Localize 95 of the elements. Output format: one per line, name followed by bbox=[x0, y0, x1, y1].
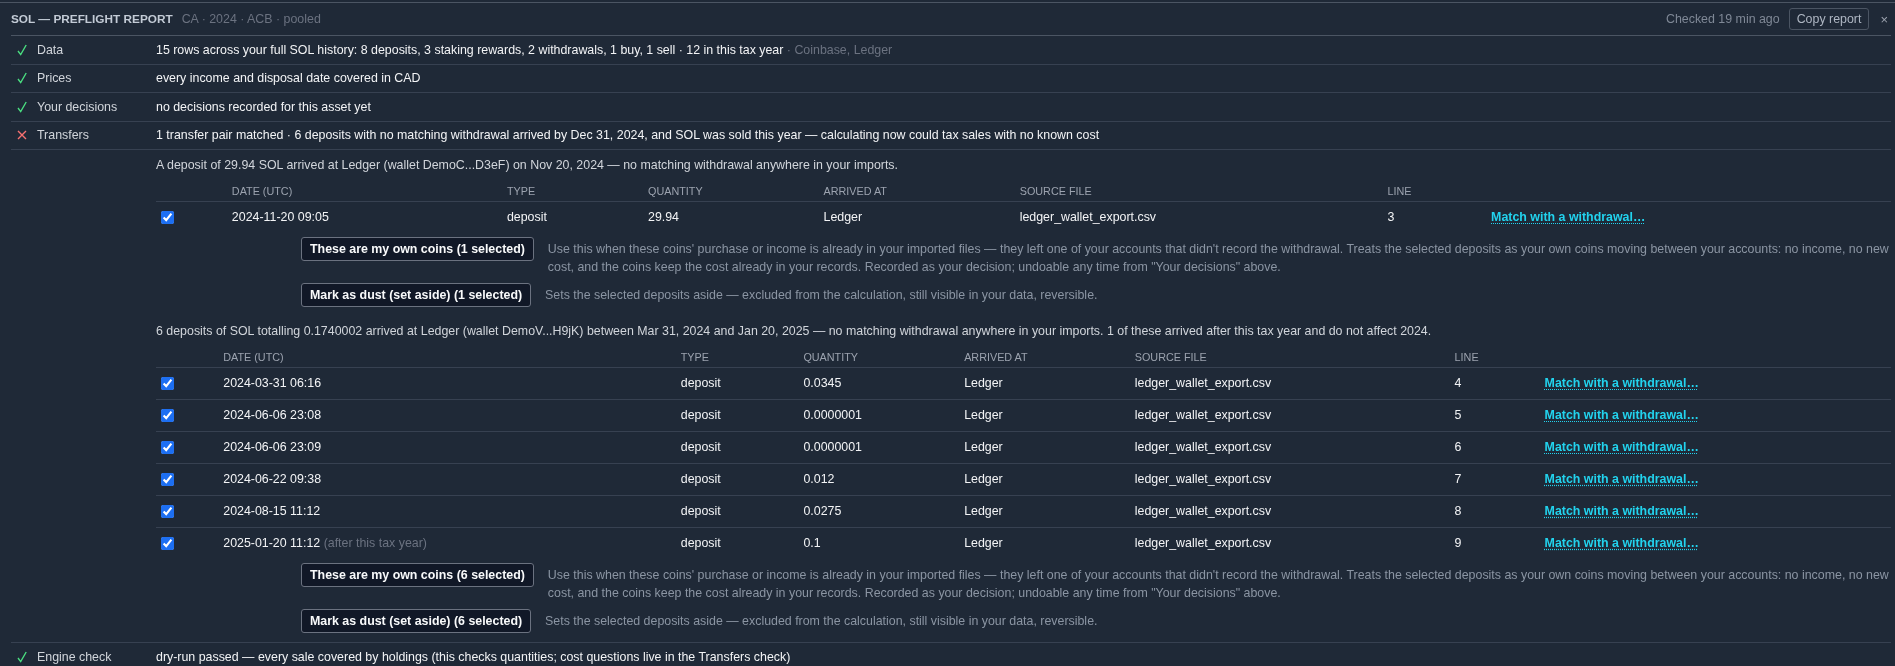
match-withdrawal-link[interactable]: Match with a withdrawal… bbox=[1544, 536, 1699, 550]
match-withdrawal-link[interactable]: Match with a withdrawal… bbox=[1544, 440, 1699, 454]
source-note: · Coinbase, Ledger bbox=[786, 42, 893, 57]
table-cell: deposit bbox=[670, 367, 794, 400]
action-description: Use this when these coins' purchase or income is already in your imported files — they left one of your accounts that didn't record the withdrawal. Treats the selected deposits as your own coins moving between your accounts: no income, no new cost, and the coins keep the cost already in your records. Recorded as your decision; undoable any time from "Your decisions" above. bbox=[547, 241, 1890, 276]
table-cell: deposit bbox=[670, 463, 794, 496]
table-cell: 0.0275 bbox=[793, 495, 955, 528]
table-cell: Ledger bbox=[954, 527, 1125, 559]
date-note: (after this tax year) bbox=[323, 536, 427, 550]
match-withdrawal-link[interactable]: Match with a withdrawal… bbox=[1544, 472, 1699, 486]
table-cell: ledger_wallet_export.csv bbox=[1124, 527, 1445, 559]
column-header: SOURCE FILE bbox=[1009, 177, 1378, 202]
table-cell: ledger_wallet_export.csv bbox=[1124, 431, 1445, 464]
column-header: ARRIVED AT bbox=[813, 177, 1010, 202]
copy-report-button[interactable]: Copy report bbox=[1788, 8, 1870, 30]
table-cell: deposit bbox=[670, 431, 794, 464]
column-header: LINE bbox=[1377, 177, 1482, 202]
check-summary: 15 rows across your full SOL history: 8 deposits, 3 staking rewards, 2 withdrawals, 1 buy, 1 sell · 12 in this tax year bbox=[156, 42, 784, 57]
column-header: QUANTITY bbox=[638, 177, 814, 202]
table-cell: 7 bbox=[1444, 463, 1535, 496]
report-title: SOL — PREFLIGHT REPORT bbox=[11, 12, 173, 26]
match-withdrawal-link[interactable]: Match with a withdrawal… bbox=[1544, 504, 1699, 518]
check-summary: no decisions recorded for this asset yet bbox=[156, 99, 371, 114]
check-label: Data bbox=[37, 42, 65, 57]
table-cell: ledger_wallet_export.csv bbox=[1009, 201, 1378, 233]
table-cell: deposit bbox=[670, 527, 794, 559]
table-cell: ledger_wallet_export.csv bbox=[1124, 495, 1445, 528]
table-cell: 0.0345 bbox=[793, 367, 955, 400]
group-summary: 6 deposits of SOL totalling 0.1740002 arrived at Ledger (wallet DemoV...H9jK) between Mar 31, 2024 and Jan 20, 2025 — no matching withdrawal anywhere in your imports. 1 of these arrived after this tax year and do not affect 2024. bbox=[156, 323, 1433, 340]
check-summary: dry-run passed — every sale covered by holdings (this checks quantities; cost questions live in the Transfers check) bbox=[156, 649, 791, 664]
action-button[interactable]: These are my own coins (1 selected) bbox=[301, 237, 534, 261]
action-description: Use this when these coins' purchase or income is already in your imported files — they left one of your accounts that didn't record the withdrawal. Treats the selected deposits as your own coins moving between your accounts: no income, no new cost, and the coins keep the cost already in your records. Recorded as your decision; undoable any time from "Your decisions" above. bbox=[547, 567, 1890, 602]
action-button[interactable]: Mark as dust (set aside) (6 selected) bbox=[301, 609, 532, 633]
action-button[interactable]: Mark as dust (set aside) (1 selected) bbox=[301, 283, 532, 307]
table-cell: 29.94 bbox=[638, 201, 814, 233]
date-text: 2024-03-31 06:16 bbox=[223, 376, 322, 390]
table-cell: 0.012 bbox=[793, 463, 955, 496]
report-context: CA · 2024 · ACB · pooled bbox=[181, 12, 321, 26]
close-button[interactable]: × bbox=[1877, 11, 1891, 27]
date-text: 2024-08-15 11:12 bbox=[223, 504, 321, 518]
table-cell: deposit bbox=[670, 495, 794, 528]
group-summary: A deposit of 29.94 SOL arrived at Ledger (wallet DemoC...D3eF) on Nov 20, 2024 — no matching withdrawal anywhere in your imports. bbox=[156, 157, 899, 174]
table-cell: 9 bbox=[1444, 527, 1535, 559]
action-description: Sets the selected deposits aside — excluded from the calculation, still visible in your data, reversible. bbox=[545, 287, 1098, 304]
check-summary: 1 transfer pair matched · 6 deposits with no matching withdrawal arrived by Dec 31, 2024, and SOL was sold this year — calculating now could tax sales with no known cost bbox=[156, 128, 1100, 143]
table-cell: Ledger bbox=[954, 399, 1125, 432]
table-cell: ledger_wallet_export.csv bbox=[1124, 367, 1445, 400]
table-cell: Ledger bbox=[954, 431, 1125, 464]
check-label: Prices bbox=[37, 71, 73, 86]
column-header: TYPE bbox=[670, 343, 794, 368]
row-checkbox[interactable] bbox=[161, 505, 174, 518]
table-cell: deposit bbox=[496, 201, 638, 233]
column-header: DATE (UTC) bbox=[221, 177, 497, 202]
row-checkbox[interactable] bbox=[161, 473, 174, 486]
check-label: Transfers bbox=[37, 128, 90, 143]
check-label: Your decisions bbox=[37, 99, 119, 114]
table-cell: 3 bbox=[1377, 201, 1482, 233]
match-withdrawal-link[interactable]: Match with a withdrawal… bbox=[1544, 408, 1699, 422]
column-header: TYPE bbox=[496, 177, 638, 202]
column-header: LINE bbox=[1444, 343, 1535, 368]
table-cell: ledger_wallet_export.csv bbox=[1124, 399, 1445, 432]
check-label: Engine check bbox=[37, 649, 113, 664]
column-header: ARRIVED AT bbox=[954, 343, 1125, 368]
date-text: 2024-06-06 23:08 bbox=[223, 408, 322, 422]
date-text: 2025-01-20 11:12 bbox=[223, 536, 321, 550]
table-cell: Ledger bbox=[954, 463, 1125, 496]
check-summary: every income and disposal date covered in CAD bbox=[156, 71, 421, 86]
column-header: SOURCE FILE bbox=[1124, 343, 1445, 368]
row-checkbox[interactable] bbox=[161, 441, 174, 454]
table-cell: deposit bbox=[670, 399, 794, 432]
table-cell: Ledger bbox=[954, 367, 1125, 400]
action-description: Sets the selected deposits aside — excluded from the calculation, still visible in your data, reversible. bbox=[545, 613, 1098, 630]
column-header: QUANTITY bbox=[793, 343, 955, 368]
table-cell: 0.0000001 bbox=[793, 431, 955, 464]
table-cell: ledger_wallet_export.csv bbox=[1124, 463, 1445, 496]
date-text: 2024-11-20 09:05 bbox=[231, 210, 329, 224]
match-withdrawal-link[interactable]: Match with a withdrawal… bbox=[1491, 210, 1646, 224]
row-checkbox[interactable] bbox=[161, 537, 174, 550]
table-cell: Ledger bbox=[813, 201, 1010, 233]
row-checkbox[interactable] bbox=[161, 211, 174, 224]
table-cell: 4 bbox=[1444, 367, 1535, 400]
table-cell: 0.0000001 bbox=[793, 399, 955, 432]
column-header: DATE (UTC) bbox=[213, 343, 671, 368]
row-checkbox[interactable] bbox=[161, 409, 174, 422]
row-checkbox[interactable] bbox=[161, 377, 174, 390]
table-cell: 6 bbox=[1444, 431, 1535, 464]
date-text: 2024-06-22 09:38 bbox=[223, 472, 322, 486]
table-cell: 0.1 bbox=[793, 527, 955, 559]
table-cell: Ledger bbox=[954, 495, 1125, 528]
date-text: 2024-06-06 23:09 bbox=[223, 440, 322, 454]
checked-time: Checked 19 min ago bbox=[1666, 12, 1780, 26]
action-button[interactable]: These are my own coins (6 selected) bbox=[301, 563, 534, 587]
match-withdrawal-link[interactable]: Match with a withdrawal… bbox=[1544, 376, 1699, 390]
table-cell: 8 bbox=[1444, 495, 1535, 528]
table-cell: 5 bbox=[1444, 399, 1535, 432]
